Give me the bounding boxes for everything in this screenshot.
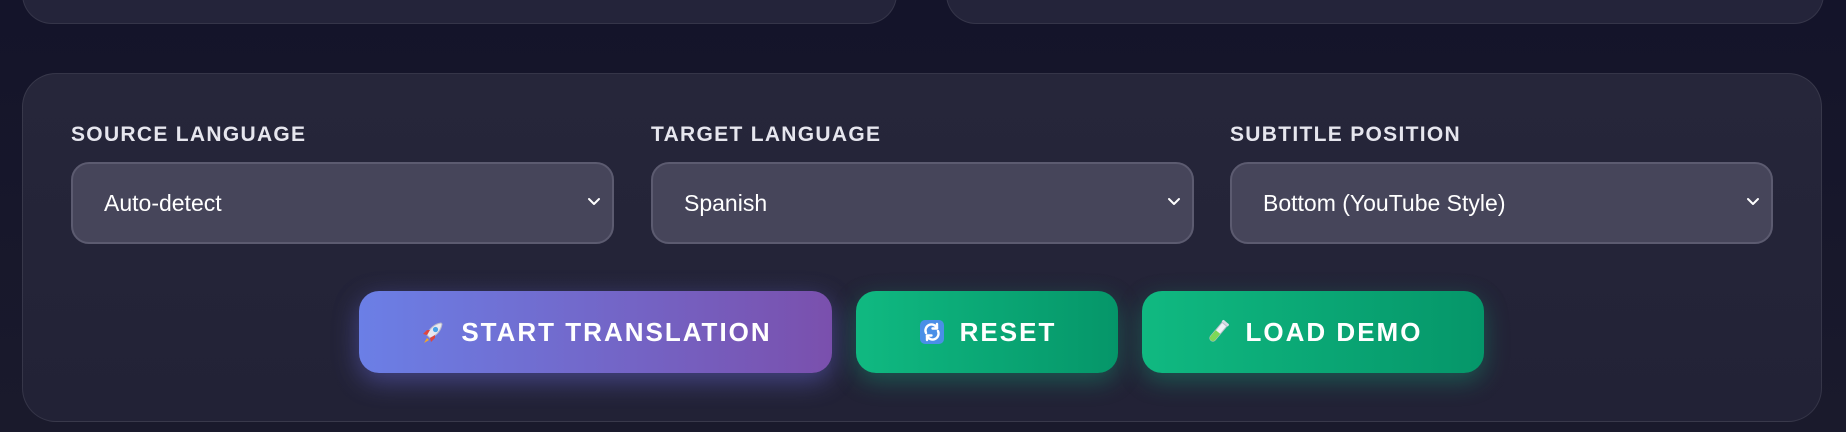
subtitle-position-label: SUBTITLE POSITION xyxy=(1230,123,1461,146)
rocket-icon xyxy=(419,318,447,346)
source-language-value: Auto-detect xyxy=(104,190,222,216)
target-language-label: TARGET LANGUAGE xyxy=(651,123,882,146)
start-translation-button[interactable]: START TRANSLATION xyxy=(359,291,832,373)
load-demo-label: LOAD DEMO xyxy=(1245,316,1423,347)
upper-left-card xyxy=(22,0,897,24)
source-language-field: SOURCE LANGUAGE Auto-detect xyxy=(71,122,614,244)
upper-right-card xyxy=(946,0,1824,24)
test-tube-icon xyxy=(1204,318,1232,346)
target-language-select[interactable]: Spanish xyxy=(651,162,1194,244)
source-language-label: SOURCE LANGUAGE xyxy=(71,123,307,146)
start-translation-label: START TRANSLATION xyxy=(461,316,772,347)
refresh-icon xyxy=(918,318,946,346)
load-demo-button[interactable]: LOAD DEMO xyxy=(1142,291,1484,373)
subtitle-position-select[interactable]: Bottom (YouTube Style) xyxy=(1230,162,1773,244)
chevron-down-icon xyxy=(1168,198,1180,205)
target-language-field: TARGET LANGUAGE Spanish xyxy=(651,122,1194,244)
reset-label: RESET xyxy=(959,316,1057,347)
subtitle-position-value: Bottom (YouTube Style) xyxy=(1263,190,1506,216)
reset-button[interactable]: RESET xyxy=(856,291,1118,373)
target-language-value: Spanish xyxy=(684,190,768,216)
source-language-select[interactable]: Auto-detect xyxy=(71,162,614,244)
translation-settings-panel: SOURCE LANGUAGE Auto-detect TARGET LANGU… xyxy=(22,73,1822,422)
chevron-down-icon xyxy=(1747,198,1759,205)
subtitle-position-field: SUBTITLE POSITION Bottom (YouTube Style) xyxy=(1230,122,1773,244)
chevron-down-icon xyxy=(588,198,600,205)
